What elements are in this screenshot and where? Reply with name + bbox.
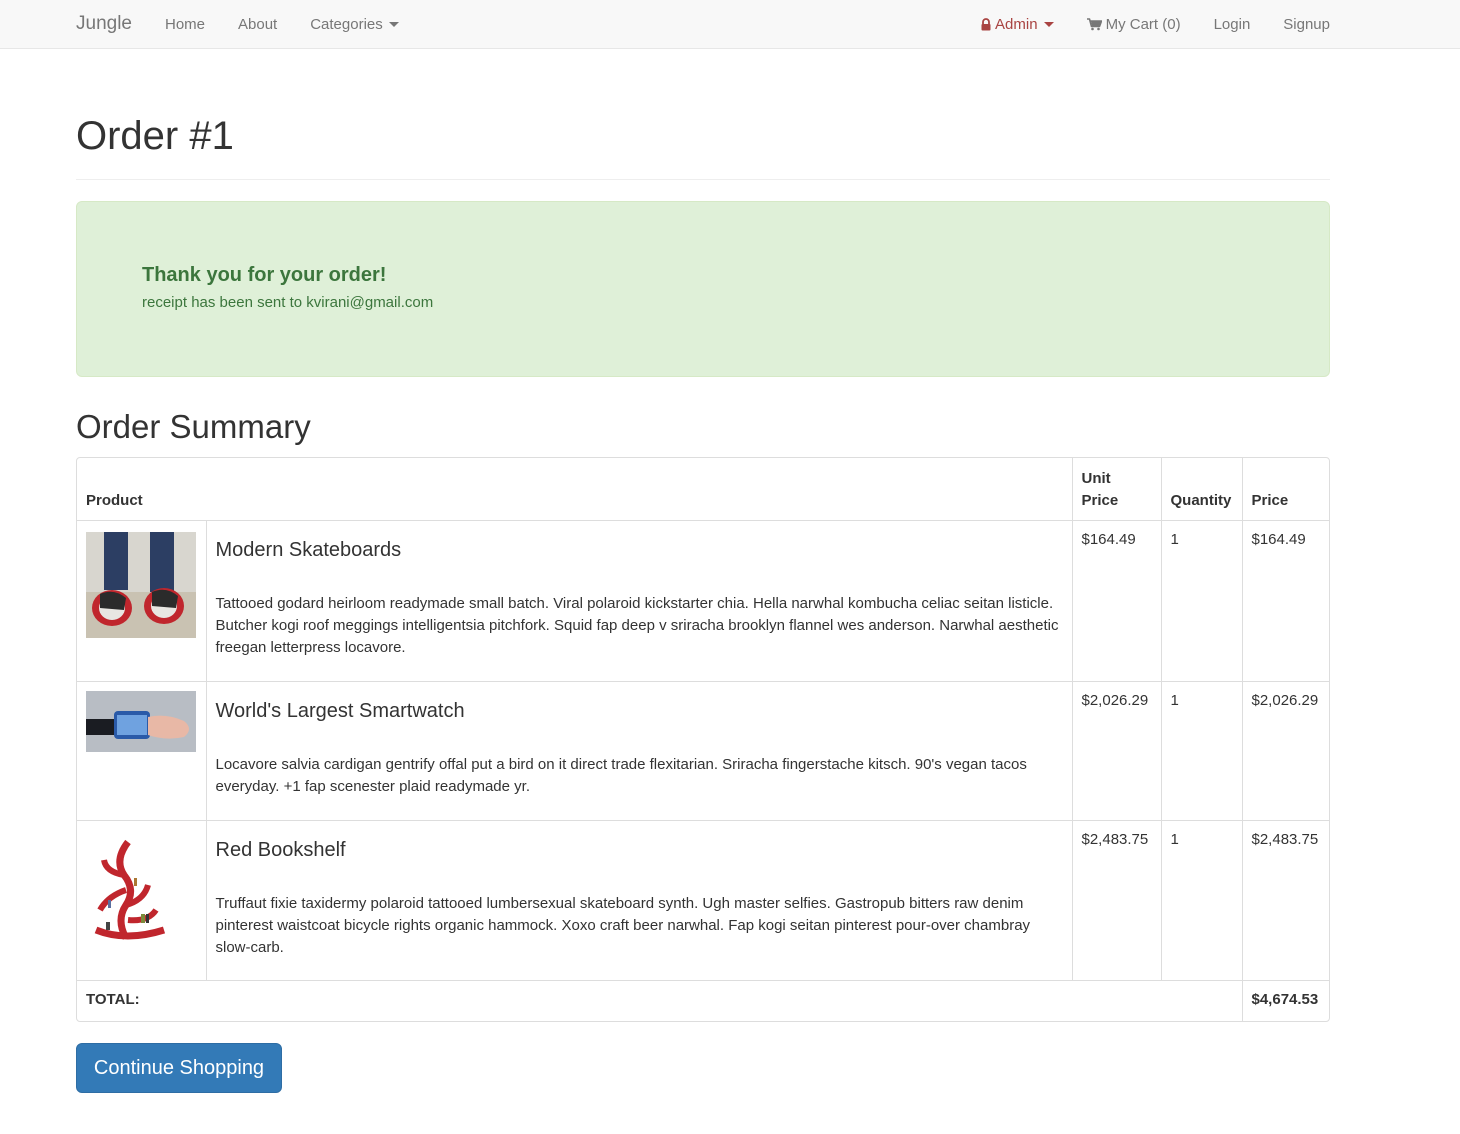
navbar-inner: Jungle Home About Categories Admin My Ca… bbox=[76, 0, 1330, 48]
product-image-cell bbox=[77, 819, 207, 981]
table-row: World's Largest Smartwatch Locavore salv… bbox=[77, 680, 1329, 821]
table-row: Red Bookshelf Truffaut fixie taxidermy p… bbox=[77, 819, 1329, 981]
caret-down-icon bbox=[388, 21, 399, 27]
product-description: Truffaut fixie taxidermy polaroid tattoo… bbox=[215, 894, 1031, 956]
alert-title: Thank you for your order! bbox=[142, 264, 387, 286]
bookshelf-product-image bbox=[86, 829, 176, 940]
nav-cart[interactable]: My Cart (0) bbox=[1086, 15, 1181, 33]
navbar: Jungle Home About Categories Admin My Ca… bbox=[0, 0, 1460, 49]
nav-cart-label: My Cart (0) bbox=[1105, 15, 1181, 33]
product-name[interactable]: Red Bookshelf bbox=[216, 839, 1063, 861]
page-header: Order #1 bbox=[76, 114, 1330, 180]
unit-price-cell: $164.49 bbox=[1071, 519, 1162, 682]
order-confirmation-alert: Thank you for your order! receipt has be… bbox=[76, 201, 1330, 377]
product-name[interactable]: Modern Skateboards bbox=[216, 539, 1063, 561]
brand-link[interactable]: Jungle bbox=[76, 13, 132, 35]
page-title: Order #1 bbox=[76, 114, 234, 158]
total-row: TOTAL: $4,674.53 bbox=[77, 979, 1329, 1021]
lock-icon bbox=[981, 17, 991, 30]
nav-home[interactable]: Home bbox=[165, 16, 205, 33]
order-summary-table: Product Unit Price Quantity Price Modern… bbox=[76, 457, 1330, 1022]
product-description: Tattooed godard heirloom readymade small… bbox=[215, 594, 1059, 656]
nav-categories-dropdown[interactable]: Categories bbox=[310, 16, 399, 33]
unit-price-cell: $2,026.29 bbox=[1071, 680, 1162, 821]
cart-icon bbox=[1086, 17, 1102, 30]
header-product: Product bbox=[77, 458, 1073, 521]
header-quantity: Quantity bbox=[1160, 458, 1243, 521]
smartwatch-product-image bbox=[86, 690, 196, 752]
alert-text: receipt has been sent to kvirani@gmail.c… bbox=[142, 294, 434, 311]
product-info-cell: World's Largest Smartwatch Locavore salv… bbox=[205, 680, 1073, 821]
order-table: Product Unit Price Quantity Price Modern… bbox=[77, 458, 1329, 1021]
table-header-row: Product Unit Price Quantity Price bbox=[77, 458, 1329, 521]
product-name[interactable]: World's Largest Smartwatch bbox=[216, 700, 1063, 722]
total-value: $4,674.53 bbox=[1241, 979, 1329, 1021]
nav-admin-label: Admin bbox=[995, 15, 1038, 33]
caret-down-icon bbox=[1043, 21, 1054, 27]
skateboard-product-image bbox=[86, 531, 196, 638]
price-cell: $2,026.29 bbox=[1241, 680, 1329, 821]
nav-admin-dropdown[interactable]: Admin bbox=[981, 16, 1054, 33]
total-label: TOTAL: bbox=[77, 979, 1243, 1021]
quantity-cell: 1 bbox=[1160, 819, 1243, 981]
order-summary-title: Order Summary bbox=[76, 408, 311, 445]
product-image-cell bbox=[77, 680, 207, 821]
quantity-cell: 1 bbox=[1160, 519, 1243, 682]
product-info-cell: Modern Skateboards Tattooed godard heirl… bbox=[205, 519, 1073, 682]
table-row: Modern Skateboards Tattooed godard heirl… bbox=[77, 519, 1329, 682]
product-image-cell bbox=[77, 519, 207, 682]
nav-categories-label: Categories bbox=[310, 15, 383, 33]
price-cell: $164.49 bbox=[1241, 519, 1329, 682]
quantity-cell: 1 bbox=[1160, 680, 1243, 821]
header-price: Price bbox=[1241, 458, 1329, 521]
price-cell: $2,483.75 bbox=[1241, 819, 1329, 981]
continue-shopping-button[interactable]: Continue Shopping bbox=[76, 1043, 282, 1093]
unit-price-cell: $2,483.75 bbox=[1071, 819, 1162, 981]
header-unit-price: Unit Price bbox=[1071, 458, 1162, 521]
product-description: Locavore salvia cardigan gentrify offal … bbox=[215, 755, 1027, 795]
navbar-right: Admin My Cart (0) Login Signup bbox=[948, 16, 1330, 33]
nav-signup[interactable]: Signup bbox=[1283, 16, 1330, 33]
nav-login[interactable]: Login bbox=[1214, 16, 1251, 33]
product-info-cell: Red Bookshelf Truffaut fixie taxidermy p… bbox=[205, 819, 1073, 981]
nav-about[interactable]: About bbox=[238, 16, 277, 33]
